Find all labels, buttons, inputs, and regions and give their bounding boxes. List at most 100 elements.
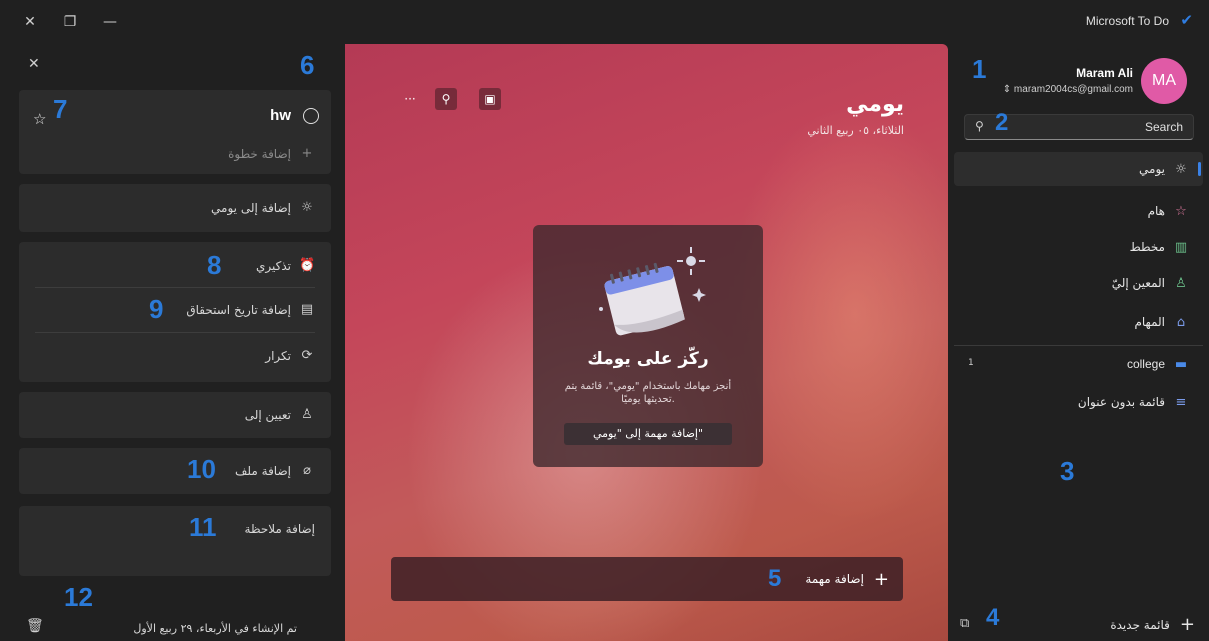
- sun-icon: ☼: [1175, 161, 1187, 177]
- sun-icon: ☼: [301, 200, 313, 215]
- sidebar-item-college[interactable]: ▬ college 1: [954, 347, 1203, 381]
- repeat-icon: ⟳: [301, 348, 313, 363]
- plus-icon: +: [301, 146, 313, 161]
- focus-description: أنجز مهامك باستخدام "يومي"، قائمة يتم تح…: [564, 381, 732, 405]
- close-icon: ✕: [28, 56, 40, 72]
- annotation-3: 3: [1060, 456, 1075, 486]
- paperclip-icon: ⌀: [303, 463, 311, 478]
- list-date: الثلاثاء، ٠٥ ربيع الثاني: [807, 124, 904, 137]
- annotation-8: 8: [207, 250, 222, 280]
- close-detail-button[interactable]: ✕: [28, 56, 40, 72]
- sidebar-item-label: مخطط: [1129, 240, 1165, 254]
- person-icon: ♙: [1175, 275, 1187, 291]
- more-options-button[interactable]: ···: [399, 88, 421, 110]
- calendar-illustration-icon: [599, 247, 706, 336]
- assign-to-label: تعيين إلى: [244, 407, 291, 422]
- task-count-badge: 1: [968, 358, 974, 368]
- calendar-icon: ▤: [300, 302, 314, 317]
- annotation-2: 2: [995, 109, 1009, 136]
- sidebar-item-label: يومي: [1139, 162, 1165, 176]
- search-input[interactable]: ⚲ 2 Search: [964, 109, 1194, 140]
- add-to-myday-card[interactable]: ☼ إضافة إلى يومي: [19, 184, 331, 232]
- user-email-text: maram2004cs@gmail.com: [1013, 84, 1133, 95]
- add-task-row: + إضافة مهمة 5: [768, 557, 889, 601]
- add-to-myday-row: ☼ إضافة إلى يومي: [211, 200, 315, 215]
- plus-icon: +: [1179, 614, 1195, 635]
- star-icon: ☆: [1175, 203, 1187, 219]
- active-indicator: [1198, 162, 1201, 176]
- new-list-button[interactable]: + قائمة جديدة: [1110, 614, 1195, 635]
- add-task-to-myday-button[interactable]: إضافة مهمة إلى "يومي": [564, 423, 732, 445]
- laptop-icon: ▬: [1174, 356, 1188, 372]
- app-check-icon: ✔: [1180, 11, 1193, 29]
- avatar[interactable]: MA: [1141, 58, 1187, 104]
- repeat-button[interactable]: ⟳ تكرار: [265, 348, 315, 363]
- annotation-9: 9: [149, 294, 164, 324]
- task-card: ☆ 7 hw + إضافة خطوة: [19, 90, 331, 174]
- more-icon: ···: [404, 92, 416, 106]
- add-due-date-button[interactable]: ▤ إضافة تاريخ استحقاق: [186, 302, 315, 317]
- search-placeholder: Search: [1144, 120, 1183, 134]
- focus-title: ركّز على يومك: [587, 349, 709, 369]
- annotation-5: 5: [768, 565, 782, 592]
- new-group-button[interactable]: ⧉: [960, 616, 969, 631]
- close-icon: ✕: [24, 14, 36, 30]
- assign-card[interactable]: ♙ تعيين إلى: [19, 392, 331, 438]
- complete-checkbox[interactable]: [303, 108, 319, 124]
- title-bar: ✕ ❐ — Microsoft To Do ✔: [0, 0, 1209, 44]
- alarm-icon: ⏰: [299, 258, 316, 273]
- minimize-icon: —: [103, 14, 117, 30]
- add-file-row: ⌀ إضافة ملف: [235, 463, 315, 478]
- focus-card: ركّز على يومك أنجز مهامك باستخدام "يومي"…: [533, 225, 763, 467]
- sidebar-item-tasks[interactable]: ⌂ المهام: [954, 305, 1203, 339]
- lightbulb-icon: ⚲: [441, 92, 451, 106]
- background-button[interactable]: ▣: [479, 88, 501, 110]
- delete-task-button[interactable]: 🗑: [26, 618, 44, 634]
- remind-me-label: تذكيري: [256, 258, 291, 273]
- sidebar-item-label: المهام: [1134, 315, 1165, 329]
- annotation-7: 7: [53, 94, 68, 124]
- sidebar-item-important[interactable]: ☆ هام: [954, 194, 1203, 228]
- close-window-button[interactable]: ✕: [20, 12, 40, 32]
- list-icon: ≡: [1175, 394, 1187, 410]
- task-title[interactable]: hw: [270, 107, 291, 124]
- assign-to-row: ♙ تعيين إلى: [245, 407, 315, 422]
- divider: [35, 332, 315, 333]
- trash-icon: 🗑: [26, 618, 44, 634]
- sidebar-item-untitled-list[interactable]: ≡ قائمة بدون عنوان: [954, 385, 1203, 419]
- sidebar-item-planned[interactable]: ▥ مخطط: [954, 230, 1203, 264]
- repeat-label: تكرار: [265, 348, 291, 363]
- home-icon: ⌂: [1176, 314, 1186, 330]
- suggestions-button[interactable]: ⚲: [435, 88, 457, 110]
- new-list-label: قائمة جديدة: [1110, 617, 1170, 632]
- sidebar-item-label: هام: [1147, 204, 1165, 218]
- image-icon: ▣: [484, 92, 496, 106]
- search-icon: ⚲: [975, 119, 984, 133]
- user-name[interactable]: Maram Ali: [1076, 66, 1133, 80]
- annotation-4: 4: [986, 604, 1000, 631]
- add-step-button[interactable]: + إضافة خطوة: [228, 146, 315, 161]
- annotation-1: 1: [972, 54, 987, 84]
- note-card[interactable]: إضافة ملاحظة 11: [19, 506, 331, 576]
- minimize-window-button[interactable]: —: [100, 12, 120, 32]
- remind-me-button[interactable]: ⏰ تذكيري: [256, 258, 315, 273]
- sidebar-item-assigned[interactable]: ♙ المعين إليّ: [954, 266, 1203, 300]
- divider: [954, 345, 1203, 346]
- annotation-12: 12: [64, 582, 93, 612]
- add-note-placeholder: إضافة ملاحظة: [244, 522, 315, 536]
- star-icon[interactable]: ☆: [33, 110, 46, 128]
- new-group-icon: ⧉: [960, 616, 970, 631]
- sidebar: 1 MA Maram Ali ⇕ maram2004cs@gmail.com ⚲…: [948, 44, 1209, 641]
- annotation-11: 11: [189, 512, 217, 542]
- sidebar-item-my-day[interactable]: ☼ يومي: [954, 152, 1203, 186]
- add-task-bar[interactable]: + إضافة مهمة 5: [391, 557, 903, 601]
- add-file-card[interactable]: ⌀ إضافة ملف 10: [19, 448, 331, 494]
- app-title: Microsoft To Do: [1085, 14, 1169, 28]
- add-step-label: إضافة خطوة: [228, 146, 291, 161]
- list-title: يومي: [846, 92, 904, 117]
- sidebar-item-label: college: [1126, 357, 1165, 371]
- restore-window-button[interactable]: ❐: [60, 12, 80, 32]
- add-task-label: إضافة مهمة: [805, 572, 864, 586]
- user-email[interactable]: ⇕ maram2004cs@gmail.com: [1003, 84, 1133, 95]
- restore-icon: ❐: [63, 14, 77, 30]
